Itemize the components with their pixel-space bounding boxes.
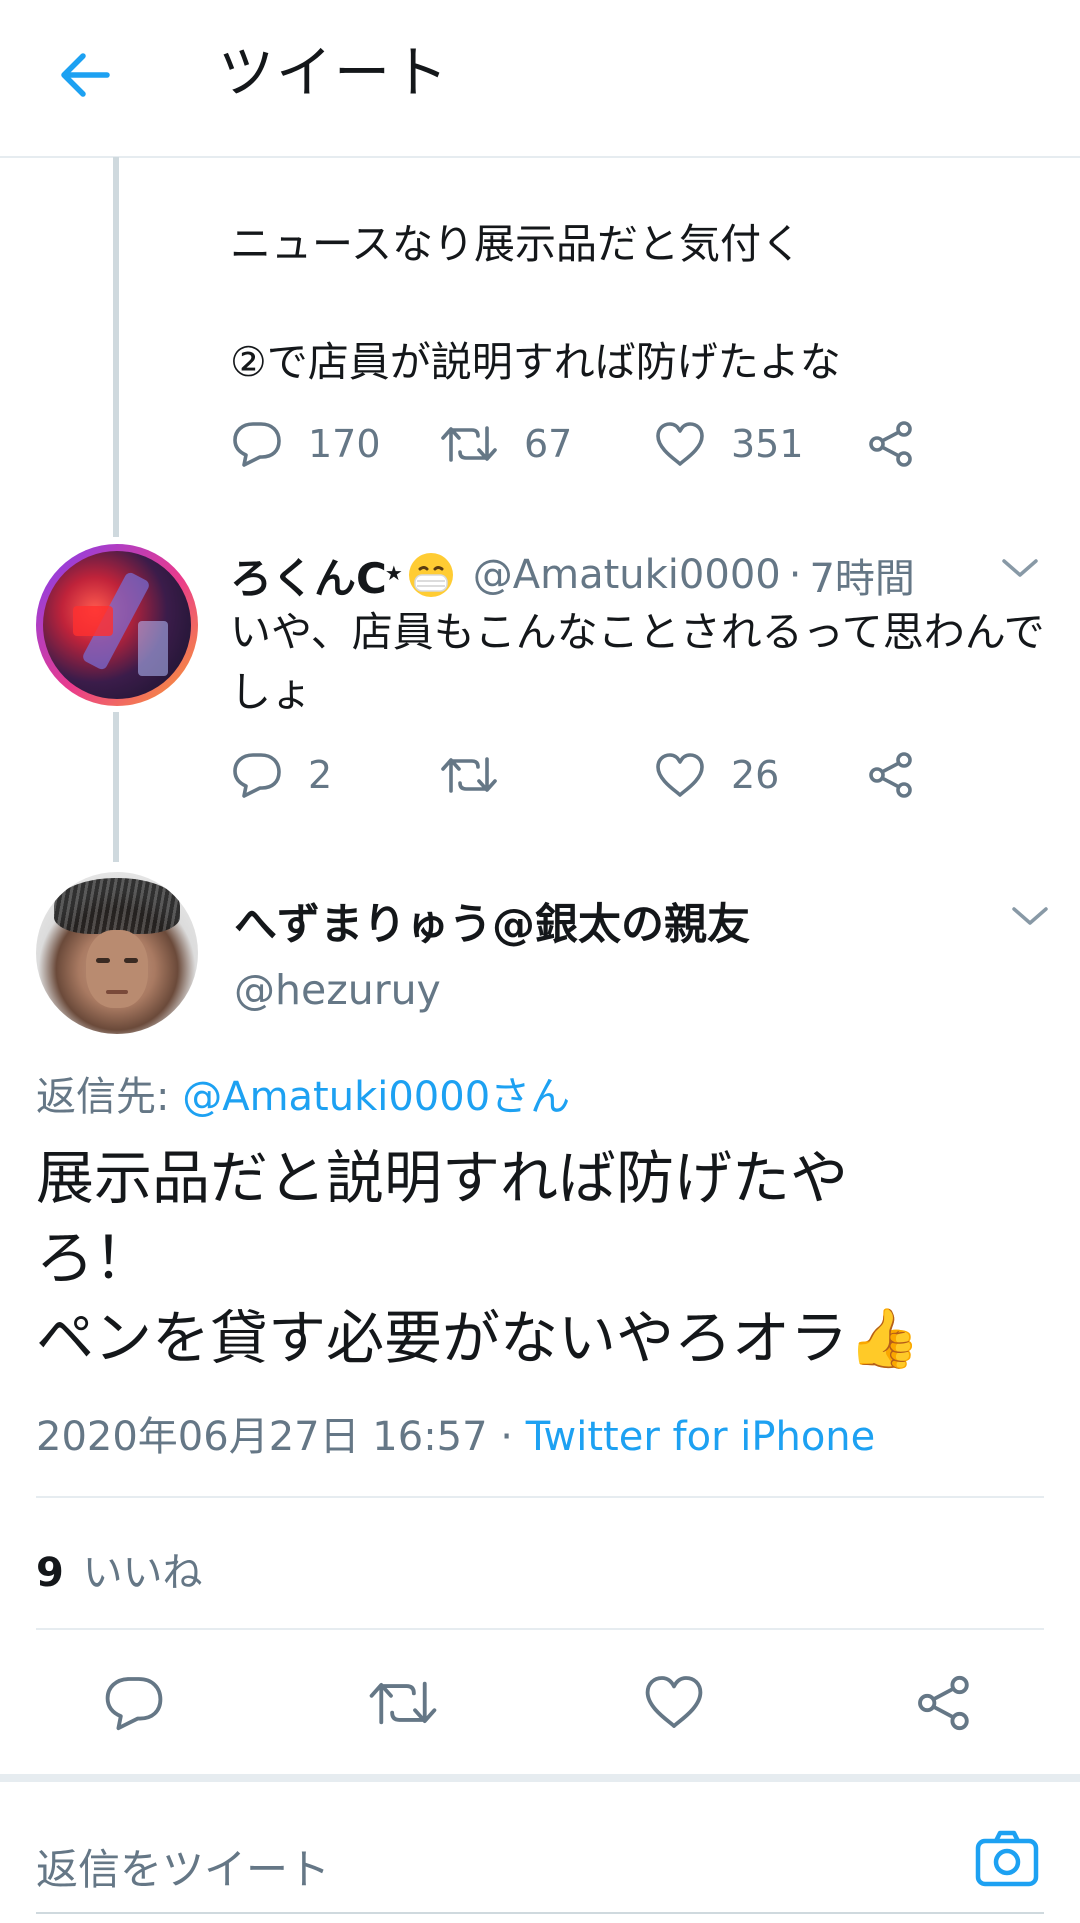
heart-icon <box>645 1676 703 1728</box>
likes-stat[interactable]: 9 いいね <box>36 1540 203 1598</box>
reply-input[interactable]: 返信をツイート <box>36 1836 330 1897</box>
like-button[interactable]: 26 <box>655 750 779 800</box>
separator: · <box>788 552 802 598</box>
tweet-text: ニュースなり展示品だと気付く <box>230 220 802 268</box>
retweet-icon <box>441 757 497 793</box>
avatar[interactable] <box>36 872 198 1034</box>
retweet-button[interactable]: 67 <box>440 419 572 469</box>
tweet-text-line-wrap: ペンを貸す必要がないやろオラ👍 <box>36 1298 1056 1378</box>
tweet-text-line: ペンを貸す必要がないやろオラ <box>36 1304 849 1372</box>
tweet-text: ②で店員が説明すれば防げたよな <box>230 338 841 386</box>
heart-icon <box>656 422 704 466</box>
reply-context: 返信先: @Amatuki0000さん <box>36 1064 570 1122</box>
reply-composer[interactable]: 返信をツイート <box>0 1782 1080 1923</box>
retweet-icon <box>369 1681 437 1725</box>
divider <box>36 1496 1044 1498</box>
reply-to-label: 返信先: <box>36 1074 183 1120</box>
likes-label: いいね <box>82 1550 203 1596</box>
reply-icon <box>233 422 281 467</box>
reply-icon <box>105 1677 163 1731</box>
top-app-bar: ツイート <box>0 0 1080 158</box>
tweet-source-link[interactable]: Twitter for iPhone <box>526 1414 876 1460</box>
parent-tweet[interactable]: ニュースなり展示品だと気付く ②で店員が説明すれば防げたよな 170 67 35… <box>0 157 1080 507</box>
star-icon: ★ <box>384 561 403 585</box>
divider <box>36 1628 1044 1630</box>
avatar[interactable] <box>36 544 198 706</box>
display-name[interactable]: へずまりゅう@銀太の親友 <box>234 890 750 952</box>
thumbs-up-emoji: 👍 <box>848 1304 921 1372</box>
like-button[interactable]: 351 <box>655 419 804 469</box>
chevron-down-icon[interactable] <box>1010 896 1050 936</box>
retweet-button[interactable] <box>368 1674 438 1734</box>
reply-button[interactable]: 2 <box>232 750 332 800</box>
share-icon <box>869 752 912 798</box>
tweet-text-line: 展示品だと説明すれば防げたや <box>36 1144 849 1212</box>
mask-face-emoji <box>407 551 455 599</box>
tweet-text: いや、店員もこんなことされるって思わんでしょ <box>230 608 1045 716</box>
reply-button[interactable]: 170 <box>232 419 381 469</box>
focused-tweet: へずまりゅう@銀太の親友 @hezuruy 返信先: @Amatuki0000さ… <box>0 862 1080 1642</box>
avatar-image <box>43 551 191 699</box>
composer-underline <box>36 1912 1044 1914</box>
reply-tweet[interactable]: ろくんC ★ @Amatuki0000 · 7時間 いや、店員もこんなことされる… <box>0 530 1080 820</box>
share-button[interactable] <box>866 419 916 469</box>
tweet-text-line: ろ！ <box>36 1224 153 1292</box>
back-arrow-icon[interactable] <box>50 40 120 110</box>
display-name[interactable]: ろくんC <box>230 545 387 606</box>
like-count: 26 <box>731 753 780 797</box>
tweet-body: 展示品だと説明すれば防げたや ろ！ ペンを貸す必要がないやろオラ👍 <box>36 1138 1056 1378</box>
share-button[interactable] <box>914 1674 976 1734</box>
reply-count: 2 <box>308 753 333 797</box>
likes-count: 9 <box>36 1550 64 1596</box>
share-icon <box>918 1675 969 1731</box>
handle[interactable]: @Amatuki0000 <box>473 552 781 598</box>
heart-icon <box>656 753 704 797</box>
retweet-count: 67 <box>524 422 573 466</box>
reply-to-user-link[interactable]: @Amatuki0000さん <box>182 1074 570 1120</box>
tweet-timestamp: 2020年06月27日 16:57 · <box>36 1414 526 1460</box>
section-separator <box>0 1774 1080 1782</box>
share-button[interactable] <box>866 750 916 800</box>
chevron-down-icon[interactable] <box>1000 548 1040 588</box>
reply-button[interactable] <box>104 1674 168 1734</box>
share-icon <box>869 421 912 467</box>
camera-icon[interactable] <box>975 1828 1041 1894</box>
tweet-action-bar <box>0 1640 1080 1770</box>
handle[interactable]: @hezuruy <box>234 966 441 1014</box>
retweet-button[interactable] <box>440 750 524 800</box>
like-count: 351 <box>731 422 804 466</box>
reply-count: 170 <box>308 422 381 466</box>
retweet-icon <box>441 426 497 462</box>
like-button[interactable] <box>644 1674 706 1734</box>
reply-icon <box>233 753 281 798</box>
page-title: ツイート <box>218 41 450 106</box>
tweet-time[interactable]: 7時間 <box>809 546 914 604</box>
tweet-meta: 2020年06月27日 16:57 · Twitter for iPhone <box>36 1404 875 1462</box>
